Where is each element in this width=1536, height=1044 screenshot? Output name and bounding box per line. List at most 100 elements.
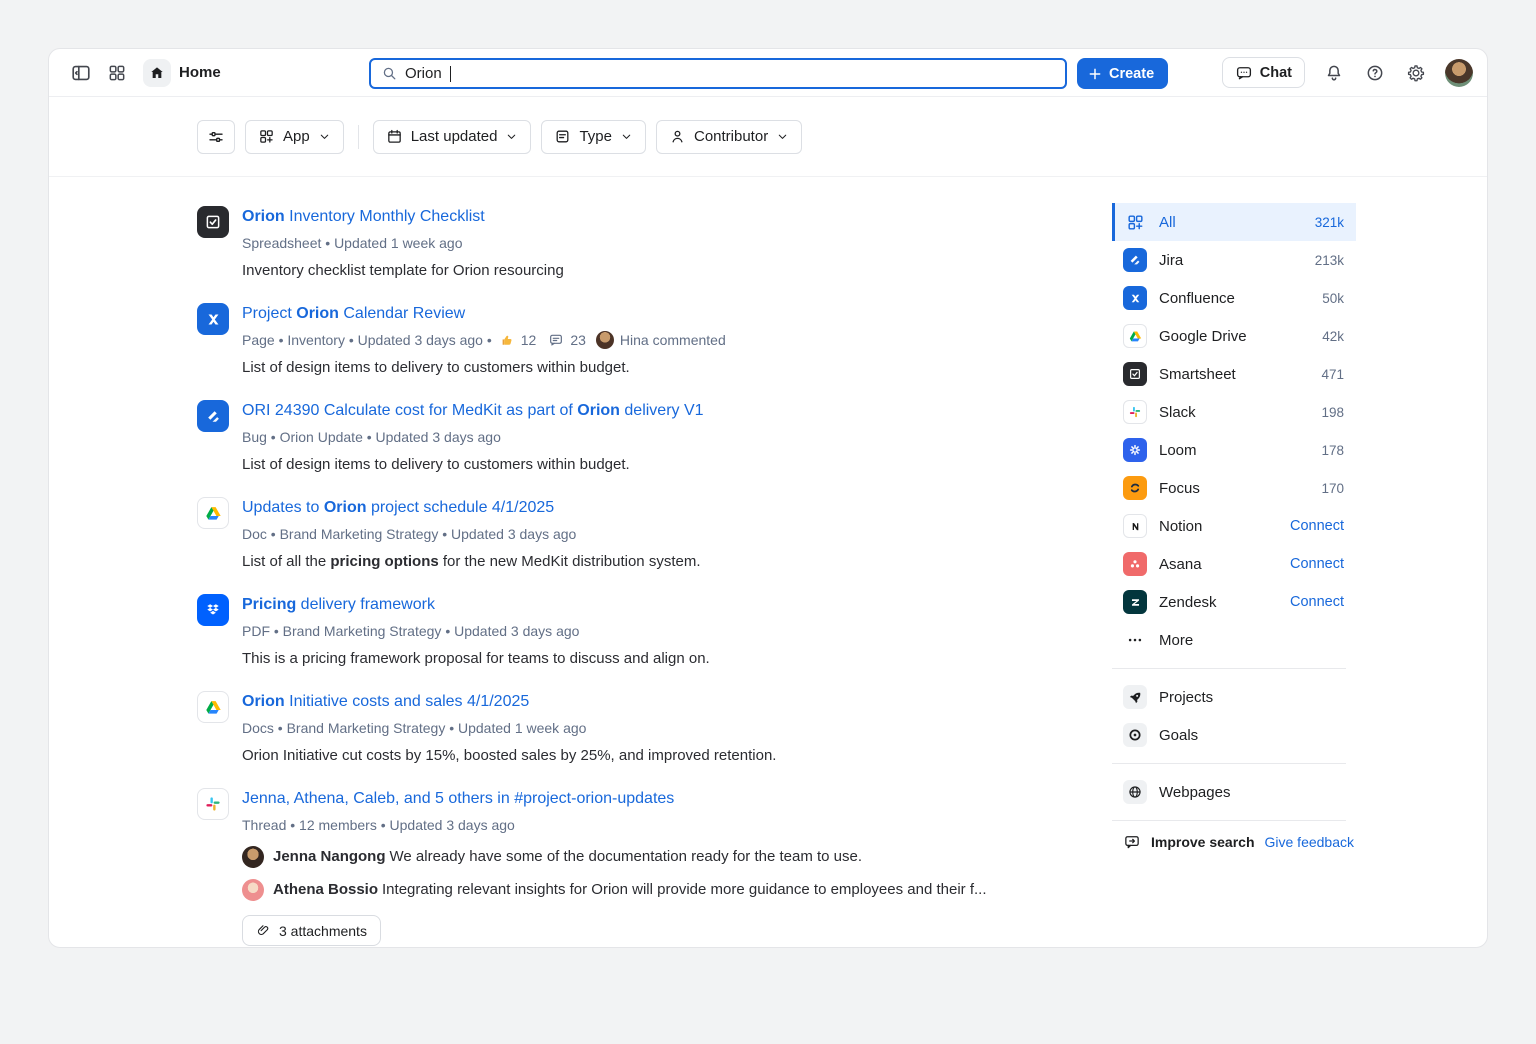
improve-search-label: Improve search (1151, 834, 1255, 850)
result-title-link[interactable]: Project Orion Calendar Review (242, 303, 465, 325)
search-result-row[interactable]: Pricing delivery framework PDF • Brand M… (197, 594, 997, 669)
result-description: Inventory checklist template for Orion r… (242, 261, 564, 281)
commenter-avatar (596, 331, 614, 349)
result-meta: Page • Inventory • Updated 3 days ago • … (242, 330, 726, 350)
asana-icon (1123, 552, 1147, 576)
top-bar: Home Orion Create Chat (49, 49, 1487, 97)
result-description: Orion Initiative cut costs by 15%, boost… (242, 746, 776, 766)
focus-icon (1123, 476, 1147, 500)
goal-target-icon (1123, 723, 1147, 747)
result-meta: Doc • Brand Marketing Strategy • Updated… (242, 524, 701, 544)
result-title-link[interactable]: Orion Initiative costs and sales 4/1/202… (242, 691, 529, 713)
result-count: 213k (1315, 253, 1344, 268)
rail-divider (1112, 668, 1346, 669)
help-button[interactable] (1363, 57, 1387, 89)
home-icon[interactable] (143, 59, 171, 87)
result-title-link[interactable]: ORI 24390 Calculate cost for MedKit as p… (242, 400, 704, 422)
rail-item-projects[interactable]: Projects (1112, 678, 1356, 716)
result-count: 170 (1321, 481, 1344, 496)
rail-item-slack[interactable]: Slack 198 (1112, 393, 1356, 431)
search-input[interactable]: Orion (369, 58, 1067, 89)
panel-toggle-icon (70, 62, 92, 84)
rail-item-confluence[interactable]: Confluence 50k (1112, 279, 1356, 317)
rail-divider (1112, 763, 1346, 764)
app-switcher-button[interactable] (101, 57, 133, 89)
result-title-link[interactable]: Updates to Orion project schedule 4/1/20… (242, 497, 554, 519)
search-query-text: Orion (405, 65, 442, 82)
search-result-row[interactable]: Jenna, Athena, Caleb, and 5 others in #p… (197, 788, 997, 946)
confluence-icon (1123, 286, 1147, 310)
rail-item-smartsheet[interactable]: Smartsheet 471 (1112, 355, 1356, 393)
create-button[interactable]: Create (1077, 58, 1168, 89)
bell-icon (1324, 63, 1344, 83)
result-title-link[interactable]: Orion Inventory Monthly Checklist (242, 206, 485, 228)
connect-link[interactable]: Connect (1290, 594, 1344, 610)
globe-icon (1123, 780, 1147, 804)
result-description: List of design items to delivery to cust… (242, 358, 726, 378)
sidebar-toggle-button[interactable] (65, 57, 97, 89)
attachments-button[interactable]: 3 attachments (242, 915, 381, 946)
rail-item-jira[interactable]: Jira 213k (1112, 241, 1356, 279)
smartsheet-icon (1123, 362, 1147, 386)
paperclip-icon (256, 923, 271, 938)
rail-item-all[interactable]: All 321k (1112, 203, 1356, 241)
give-feedback-link[interactable]: Give feedback (1265, 834, 1355, 850)
app-grid-plus-icon (258, 128, 275, 145)
search-result-row[interactable]: ORI 24390 Calculate cost for MedKit as p… (197, 400, 997, 475)
filter-app-dropdown[interactable]: App (245, 120, 344, 154)
result-count: 42k (1322, 329, 1344, 344)
jira-icon (1123, 248, 1147, 272)
rail-item-zendesk[interactable]: Zendesk Connect (1112, 583, 1356, 621)
filter-settings-button[interactable] (197, 120, 235, 154)
connect-link[interactable]: Connect (1290, 518, 1344, 534)
app-window: Home Orion Create Chat (48, 48, 1488, 948)
rail-item-asana[interactable]: Asana Connect (1112, 545, 1356, 583)
result-description: List of all the pricing options for the … (242, 552, 701, 572)
rail-item-goals[interactable]: Goals (1112, 716, 1356, 754)
more-ellipsis-icon (1123, 628, 1147, 652)
result-meta: Thread • 12 members • Updated 3 days ago (242, 815, 987, 835)
result-count: 321k (1315, 215, 1344, 230)
search-results-list: Orion Inventory Monthly Checklist Spread… (197, 177, 997, 947)
search-result-row[interactable]: Orion Inventory Monthly Checklist Spread… (197, 206, 997, 281)
search-icon (381, 65, 398, 82)
app-switcher-icon (107, 63, 127, 83)
result-title-link[interactable]: Jenna, Athena, Caleb, and 5 others in #p… (242, 788, 674, 810)
rail-item-loom[interactable]: Loom 178 (1112, 431, 1356, 469)
search-result-row[interactable]: Project Orion Calendar Review Page • Inv… (197, 303, 997, 378)
result-description: This is a pricing framework proposal for… (242, 649, 710, 669)
result-title-link[interactable]: Pricing delivery framework (242, 594, 435, 616)
smartsheet-icon (197, 206, 229, 238)
rail-item-webpages[interactable]: Webpages (1112, 773, 1356, 811)
page-title: Home (179, 64, 221, 81)
google-drive-icon (197, 497, 229, 529)
filter-type-dropdown[interactable]: Type (541, 120, 646, 154)
filter-contributor-dropdown[interactable]: Contributor (656, 120, 802, 154)
chevron-down-icon (505, 130, 518, 143)
rail-item-focus[interactable]: Focus 170 (1112, 469, 1356, 507)
zendesk-icon (1123, 590, 1147, 614)
search-result-row[interactable]: Orion Initiative costs and sales 4/1/202… (197, 691, 997, 766)
rail-item-more[interactable]: More (1112, 621, 1356, 659)
thread-message: Athena BossioIntegrating relevant insigh… (242, 879, 987, 901)
user-avatar[interactable] (1445, 59, 1473, 87)
rail-item-notion[interactable]: Notion Connect (1112, 507, 1356, 545)
message-avatar (242, 846, 264, 868)
result-meta: PDF • Brand Marketing Strategy • Updated… (242, 621, 710, 641)
search-result-row[interactable]: Updates to Orion project schedule 4/1/20… (197, 497, 997, 572)
chat-button[interactable]: Chat (1222, 57, 1305, 88)
comment-icon (548, 332, 564, 348)
house-icon (149, 65, 165, 81)
google-drive-icon (197, 691, 229, 723)
result-meta: Bug • Orion Update • Updated 3 days ago (242, 427, 704, 447)
text-caret (450, 66, 452, 82)
google-drive-icon (1123, 324, 1147, 348)
confluence-icon (197, 303, 229, 335)
rail-item-google-drive[interactable]: Google Drive 42k (1112, 317, 1356, 355)
notifications-button[interactable] (1322, 57, 1346, 89)
question-circle-icon (1365, 63, 1385, 83)
filter-bar: App Last updated Type Contributor (49, 97, 1487, 177)
settings-button[interactable] (1404, 57, 1428, 89)
filter-last-updated-dropdown[interactable]: Last updated (373, 120, 532, 154)
connect-link[interactable]: Connect (1290, 556, 1344, 572)
